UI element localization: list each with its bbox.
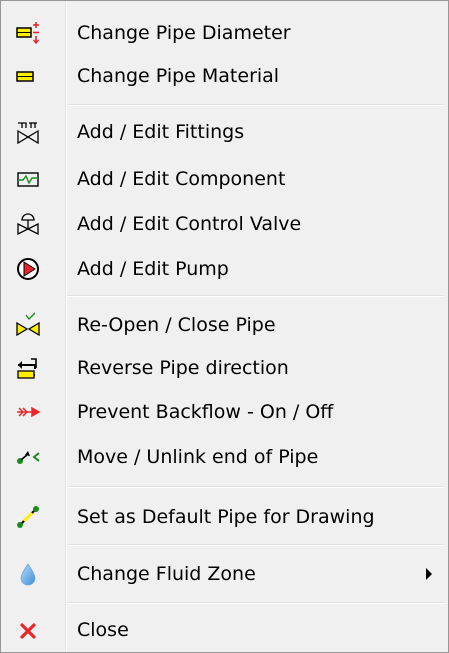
- menu-item-label: Move / Unlink end of Pipe: [77, 446, 319, 468]
- control-valve-icon: [15, 211, 41, 237]
- fittings-icon: [15, 119, 41, 145]
- component-icon: [15, 166, 41, 192]
- menu-item-label: Prevent Backflow - On / Off: [77, 401, 334, 423]
- menu-item-label: Change Fluid Zone: [77, 563, 256, 585]
- menu-item-change-pipe-material[interactable]: Change Pipe Material: [1, 53, 448, 99]
- open-close-pipe-icon: [15, 312, 41, 338]
- water-drop-icon: [15, 561, 41, 587]
- backflow-icon: [15, 399, 41, 425]
- menu-item-label: Add / Edit Control Valve: [77, 213, 302, 235]
- menu-separator: [67, 544, 444, 546]
- menu-separator: [67, 486, 444, 488]
- menu-item-change-fluid-zone[interactable]: Change Fluid Zone: [1, 551, 448, 597]
- menu-item-add-edit-fittings[interactable]: Add / Edit Fittings: [1, 109, 448, 155]
- unlink-icon: [15, 444, 41, 470]
- menu-item-label: Reverse Pipe direction: [77, 357, 289, 379]
- menu-item-add-edit-component[interactable]: Add / Edit Component: [1, 156, 448, 202]
- close-icon: [15, 617, 41, 643]
- pump-icon: [15, 256, 41, 282]
- menu-separator: [67, 295, 444, 297]
- menu-separator: [67, 104, 444, 106]
- menu-item-add-edit-control-valve[interactable]: Add / Edit Control Valve: [1, 201, 448, 247]
- menu-separator: [67, 602, 444, 604]
- submenu-arrow-icon: [426, 568, 432, 580]
- menu-item-label: Set as Default Pipe for Drawing: [77, 506, 375, 528]
- menu-item-add-edit-pump[interactable]: Add / Edit Pump: [1, 246, 448, 292]
- menu-item-prevent-backflow[interactable]: Prevent Backflow - On / Off: [1, 389, 448, 435]
- reverse-direction-icon: [15, 355, 41, 381]
- menu-item-label: Change Pipe Material: [77, 65, 280, 87]
- menu-item-reverse-pipe-direction[interactable]: Reverse Pipe direction: [1, 345, 448, 391]
- pipe-material-icon: [15, 63, 41, 89]
- menu-item-label: Add / Edit Fittings: [77, 121, 245, 143]
- menu-item-label: Add / Edit Pump: [77, 258, 229, 280]
- menu-item-change-pipe-diameter[interactable]: Change Pipe Diameter: [1, 10, 448, 56]
- default-pipe-icon: [15, 504, 41, 530]
- menu-item-label: Re-Open / Close Pipe: [77, 314, 276, 336]
- context-menu: Change Pipe Diameter Change Pipe Materia…: [0, 0, 449, 653]
- menu-item-close[interactable]: Close: [1, 607, 448, 653]
- pipe-diameter-icon: [15, 20, 41, 46]
- menu-item-label: Close: [77, 619, 129, 641]
- menu-item-label: Change Pipe Diameter: [77, 22, 291, 44]
- menu-item-label: Add / Edit Component: [77, 168, 286, 190]
- menu-item-reopen-close-pipe[interactable]: Re-Open / Close Pipe: [1, 302, 448, 348]
- menu-item-move-unlink-end[interactable]: Move / Unlink end of Pipe: [1, 434, 448, 480]
- menu-item-set-default-pipe[interactable]: Set as Default Pipe for Drawing: [1, 494, 448, 540]
